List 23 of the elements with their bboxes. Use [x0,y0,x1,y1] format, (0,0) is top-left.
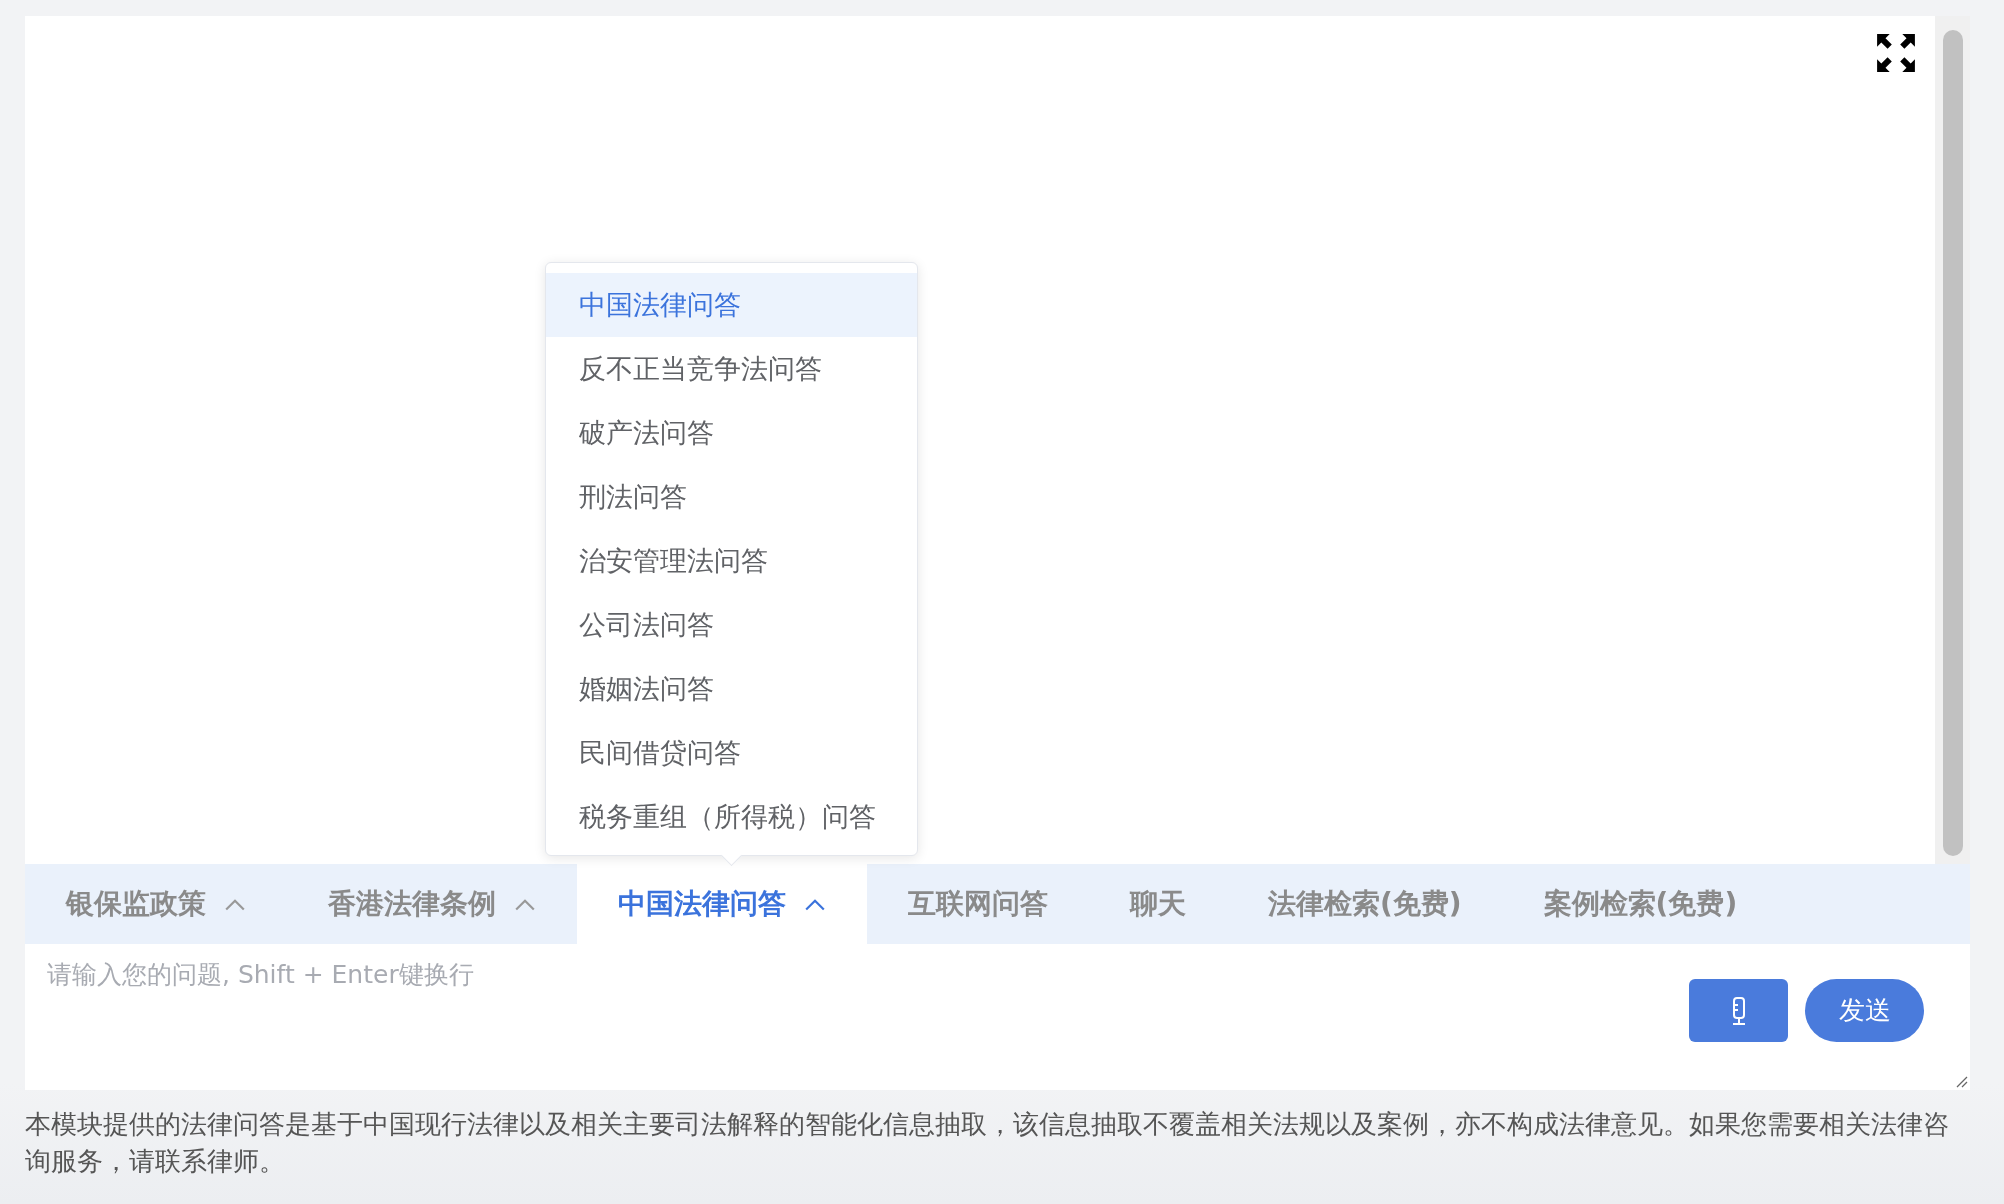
tab[interactable]: 香港法律条例 [287,864,577,944]
tab[interactable]: 中国法律问答 [577,864,867,944]
tab[interactable]: 银保监政策 [25,864,287,944]
menu-item[interactable]: 税务重组（所得税）问答 [546,785,917,849]
menu-item[interactable]: 公司法问答 [546,593,917,657]
tab[interactable]: 互联网问答 [867,864,1089,944]
menu-item[interactable]: 婚姻法问答 [546,657,917,721]
tab[interactable]: 聊天 [1089,864,1227,944]
menu-item[interactable]: 破产法问答 [546,401,917,465]
tab[interactable]: 案例检索(免费) [1502,864,1779,944]
tab[interactable]: 法律检索(免费) [1227,864,1503,944]
menu-item[interactable]: 反不正当竞争法问答 [546,337,917,401]
menu-item[interactable]: 民间借贷问答 [546,721,917,785]
menu-item[interactable]: 刑法问答 [546,465,917,529]
send-button[interactable]: 发送 [1805,979,1924,1042]
menu-item[interactable]: 治安管理法问答 [546,529,917,593]
menu-item[interactable]: 中国法律问答 [546,273,917,337]
scrollbar[interactable] [1935,16,1970,864]
microphone-button[interactable] [1689,979,1788,1042]
input-panel[interactable]: 请输入您的问题, Shift + Enter键换行 发送 [25,944,1970,1090]
resize-grip-icon[interactable] [1954,1074,1968,1088]
fullscreen-icon[interactable] [1875,32,1917,74]
disclaimer-text: 本模块提供的法律问答是基于中国现行法律以及相关主要司法解释的智能化信息抽取，该信息抽取不覆盖相关法规以及案例，亦不构成法律意见。如果您需要相关法律咨询服务，请联系律师。 [25,1108,1950,1178]
